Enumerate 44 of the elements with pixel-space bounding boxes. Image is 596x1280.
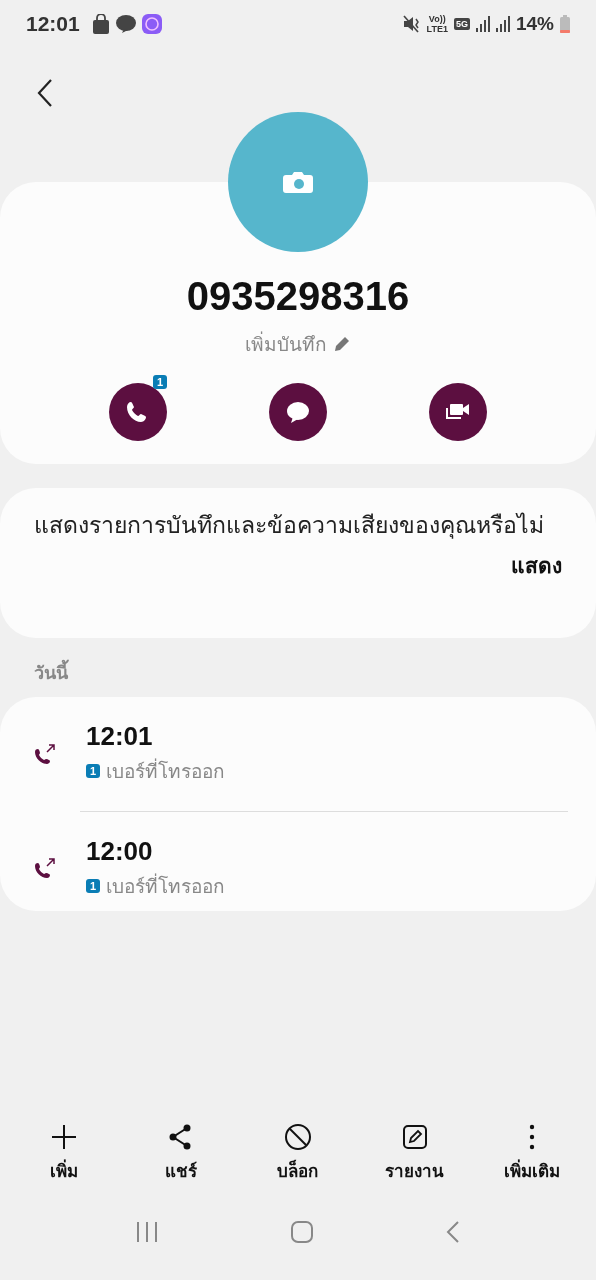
battery-percent: 14% xyxy=(515,13,554,35)
call-log-item[interactable]: 12:01 1 เบอร์ที่โทรออก xyxy=(34,711,568,797)
outgoing-call-icon xyxy=(34,742,56,765)
sim-badge: 1 xyxy=(152,375,167,389)
sim-badge: 1 xyxy=(86,764,101,779)
pencil-icon xyxy=(333,335,351,353)
more-button[interactable]: เพิ่มเติม xyxy=(476,1123,587,1184)
home-icon[interactable] xyxy=(290,1220,314,1244)
plus-icon xyxy=(50,1123,79,1151)
phone-number: 0935298316 xyxy=(186,274,410,319)
lte-label: LTE1 xyxy=(426,24,448,34)
call-type: เบอร์ที่โทรออก xyxy=(106,757,226,785)
edit-icon xyxy=(400,1123,429,1151)
battery-icon xyxy=(560,15,570,33)
speech-bubble-icon xyxy=(285,400,311,424)
block-button[interactable]: บล็อก xyxy=(243,1123,353,1184)
network-badge: 5G xyxy=(453,18,470,30)
video-button[interactable] xyxy=(429,383,487,441)
sim-badge: 1 xyxy=(86,878,101,893)
block-icon xyxy=(284,1123,312,1151)
camera-icon xyxy=(283,171,313,193)
call-time: 12:01 xyxy=(86,721,154,753)
report-button[interactable]: รายงาน xyxy=(359,1123,470,1184)
volte-label: Vo)) xyxy=(428,14,446,24)
section-header: วันนี้ xyxy=(0,638,596,697)
call-log-item[interactable]: 12:00 1 เบอร์ที่โทรออก xyxy=(34,825,568,911)
mute-icon xyxy=(402,15,421,33)
message-button[interactable] xyxy=(269,383,327,441)
add-note-link[interactable]: เพิ่มบันทึก xyxy=(245,329,351,359)
status-time: 12:01 xyxy=(26,12,80,36)
signal-icon xyxy=(495,16,510,32)
back-icon[interactable] xyxy=(36,78,54,108)
signal-icon xyxy=(475,16,490,32)
show-button[interactable]: แสดง xyxy=(511,549,562,582)
chat-bubble-icon xyxy=(115,15,136,33)
add-button[interactable]: เพิ่ม xyxy=(9,1123,120,1184)
app-icon xyxy=(141,14,162,34)
share-button[interactable]: แชร์ xyxy=(126,1123,237,1184)
prompt-text: แสดงรายการบันทึกและข้อความเสียงของคุณหรือไม่ xyxy=(34,511,545,541)
call-type: เบอร์ที่โทรออก xyxy=(106,872,226,899)
recents-icon[interactable] xyxy=(135,1221,160,1243)
outgoing-call-icon xyxy=(34,857,56,880)
more-icon xyxy=(528,1123,535,1151)
call-time: 12:00 xyxy=(86,835,154,867)
